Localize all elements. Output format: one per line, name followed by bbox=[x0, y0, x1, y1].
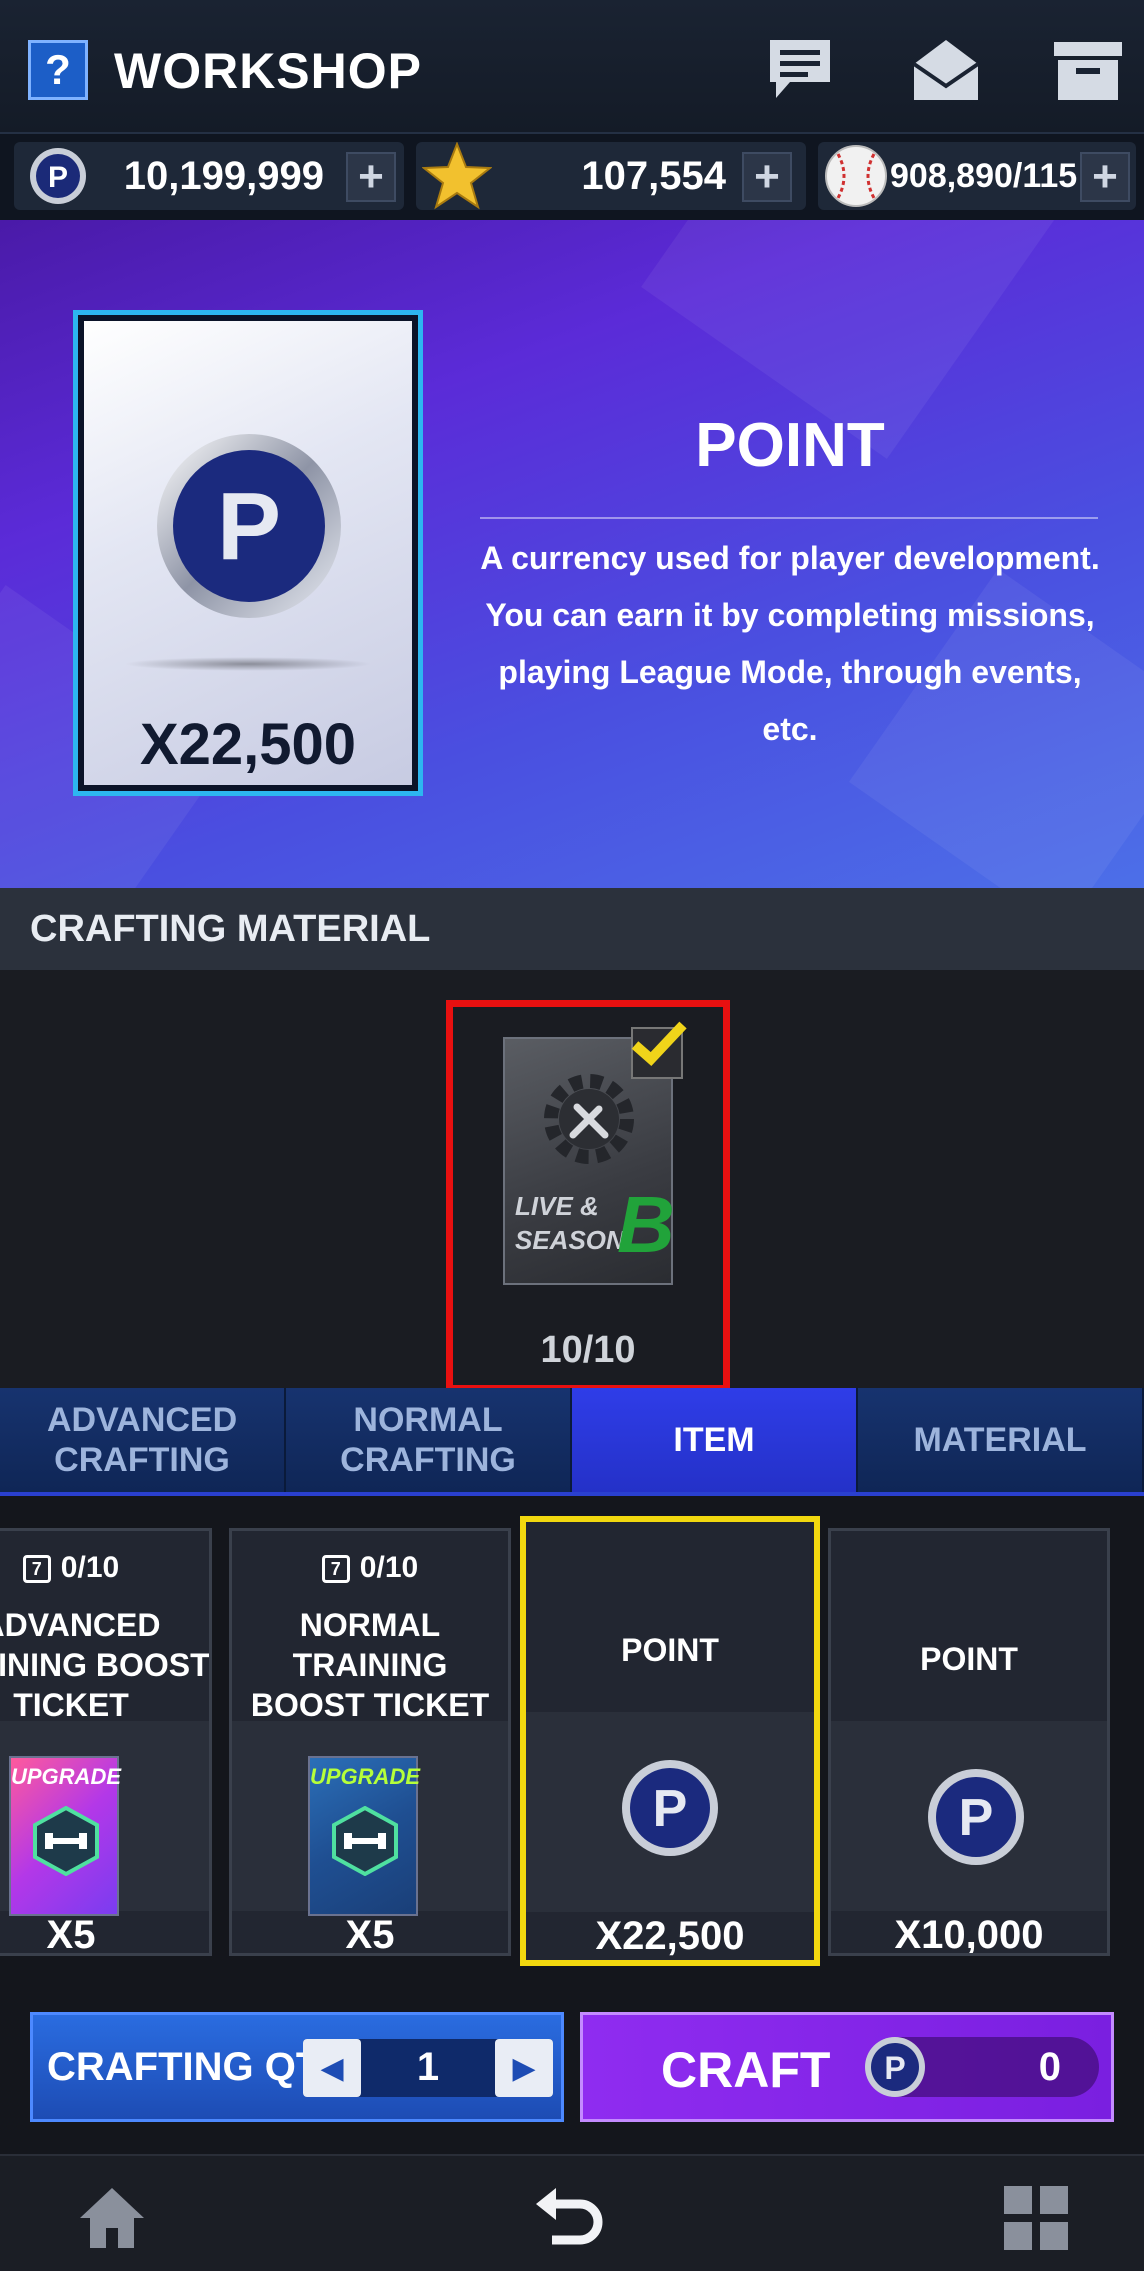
home-icon[interactable] bbox=[76, 2182, 148, 2254]
page-title: WORKSHOP bbox=[114, 43, 422, 99]
section-title: CRAFTING MATERIAL bbox=[30, 908, 431, 950]
material-checkbox[interactable] bbox=[631, 1021, 687, 1079]
daily-limit: 7 0/10 bbox=[0, 1551, 209, 1585]
baseball-value: 908,890/115 bbox=[890, 157, 1078, 195]
item-preview-card: P X22,500 bbox=[73, 310, 423, 796]
item-detail-panel: P X22,500 POINT A currency used for play… bbox=[0, 220, 1144, 888]
tab-normal-crafting[interactable]: NORMAL CRAFTING bbox=[286, 1388, 572, 1492]
checkmark-icon bbox=[631, 1021, 687, 1066]
item-name: ADVANCED TRAINING BOOST TICKET bbox=[0, 1607, 210, 1723]
question-mark-icon: ? bbox=[45, 46, 71, 93]
stars-value: 107,554 bbox=[581, 154, 726, 198]
crafting-material-header: CRAFTING MATERIAL bbox=[0, 888, 1144, 970]
item-quantity: X22,500 bbox=[595, 1914, 745, 1958]
decrease-qty-button[interactable]: ◀ bbox=[303, 2039, 361, 2097]
calendar-icon: 7 bbox=[22, 1555, 51, 1584]
points-value: 10,199,999 bbox=[123, 154, 324, 198]
mail-icon[interactable] bbox=[910, 34, 982, 106]
crafting-qty-control: CRAFTING QTY ◀ 1 ▶ bbox=[30, 2012, 564, 2122]
increase-qty-button[interactable]: ▶ bbox=[495, 2039, 553, 2097]
crafting-qty-label: CRAFTING QTY bbox=[47, 2045, 347, 2089]
craftable-items-list: 70/10 ADVANCED TRAINING BOOST TICKET UPG… bbox=[0, 1492, 1144, 1984]
baseball-icon bbox=[825, 145, 887, 207]
item-card-point[interactable]: POINT P X10,000 bbox=[828, 1528, 1110, 1956]
add-baseball-button[interactable]: + bbox=[1080, 152, 1130, 202]
tab-advanced-crafting[interactable]: ADVANCED CRAFTING bbox=[0, 1388, 286, 1492]
upgrade-ticket-image: UPGRADE bbox=[9, 1756, 121, 1916]
quantity-value: 1 bbox=[416, 2045, 440, 2089]
gear-tools-icon bbox=[544, 1074, 634, 1164]
item-card-normal-ticket[interactable]: 7 0/10 NORMAL TRAINING BOOST TICKET UPGRA… bbox=[229, 1528, 511, 1956]
point-coin-icon: P bbox=[30, 148, 86, 204]
plus-icon: + bbox=[1092, 152, 1118, 201]
back-icon[interactable] bbox=[532, 2182, 604, 2254]
star-icon bbox=[422, 142, 492, 210]
item-card-advanced-ticket[interactable]: 70/10 ADVANCED TRAINING BOOST TICKET UPG… bbox=[0, 1528, 212, 1956]
point-coin-icon: P bbox=[928, 1769, 1024, 1865]
top-bar: ? WORKSHOP bbox=[0, 0, 1144, 132]
item-quantity: X10,000 bbox=[894, 1913, 1044, 1956]
tab-item[interactable]: ITEM bbox=[572, 1388, 858, 1492]
item-name: POINT bbox=[920, 1641, 1018, 1677]
material-count: 10/10 bbox=[540, 1329, 636, 1371]
crafting-tabs: ADVANCED CRAFTING NORMAL CRAFTING ITEM M… bbox=[0, 1388, 1144, 1492]
svg-text:P: P bbox=[959, 1789, 994, 1847]
plus-icon: + bbox=[358, 152, 384, 201]
currency-bar: P 10,199,999 + 107,554 + 908,890/115 + bbox=[0, 132, 1144, 220]
bottom-nav bbox=[0, 2154, 1144, 2271]
svg-text:P: P bbox=[217, 473, 281, 580]
svg-text:P: P bbox=[653, 1780, 688, 1838]
craft-cost: P 0 bbox=[865, 2037, 1099, 2097]
point-coin-icon: P bbox=[865, 2037, 925, 2097]
daily-limit: 7 0/10 bbox=[232, 1551, 508, 1585]
item-card-point-selected[interactable]: POINT P X22,500 bbox=[520, 1516, 820, 1966]
point-coin-icon: P bbox=[622, 1760, 718, 1856]
crafting-material-area: LIVE & SEASON B 10/10 bbox=[0, 970, 1144, 1392]
point-coin-icon: P bbox=[157, 434, 341, 618]
material-slot[interactable]: LIVE & SEASON B 10/10 bbox=[446, 1000, 730, 1392]
add-points-button[interactable]: + bbox=[346, 152, 396, 202]
points-currency: P 10,199,999 + bbox=[14, 142, 404, 210]
stars-currency: 107,554 + bbox=[416, 142, 806, 210]
craft-button[interactable]: CRAFT P 0 bbox=[580, 2012, 1114, 2122]
item-name: POINT bbox=[695, 411, 885, 480]
item-quantity: X5 bbox=[46, 1913, 96, 1956]
upgrade-ticket-image: UPGRADE bbox=[308, 1756, 420, 1916]
action-bar: CRAFTING QTY ◀ 1 ▶ CRAFT P 0 bbox=[0, 1984, 1144, 2154]
plus-icon: + bbox=[754, 152, 780, 201]
help-button[interactable]: ? bbox=[28, 40, 88, 100]
chevron-left-icon: ◀ bbox=[320, 2051, 344, 2085]
material-type-text: LIVE & SEASON bbox=[515, 1191, 625, 1255]
divider bbox=[480, 517, 1098, 519]
tab-material[interactable]: MATERIAL bbox=[858, 1388, 1144, 1492]
preview-quantity: X22,500 bbox=[139, 712, 357, 777]
craft-cost-value: 0 bbox=[1038, 2045, 1061, 2089]
dumbbell-icon bbox=[332, 1806, 398, 1876]
baseball-currency: 908,890/115 + bbox=[818, 142, 1136, 210]
item-name: POINT bbox=[621, 1632, 719, 1668]
add-stars-button[interactable]: + bbox=[742, 152, 792, 202]
storage-box-icon[interactable] bbox=[1052, 34, 1124, 106]
dumbbell-icon bbox=[33, 1806, 99, 1876]
svg-text:P: P bbox=[884, 2050, 905, 2086]
svg-text:P: P bbox=[48, 161, 68, 194]
chevron-right-icon: ▶ bbox=[512, 2051, 536, 2085]
calendar-icon: 7 bbox=[321, 1555, 350, 1584]
item-name: NORMAL TRAINING BOOST TICKET bbox=[250, 1607, 490, 1723]
menu-grid-icon[interactable] bbox=[1000, 2182, 1072, 2254]
item-description: A currency used for player development. … bbox=[480, 540, 1100, 747]
chat-icon[interactable] bbox=[764, 34, 836, 106]
material-grade: B bbox=[617, 1180, 675, 1269]
item-quantity: X5 bbox=[345, 1913, 395, 1956]
craft-label: CRAFT bbox=[661, 2042, 831, 2098]
quantity-stepper: ◀ 1 ▶ bbox=[303, 2039, 553, 2097]
